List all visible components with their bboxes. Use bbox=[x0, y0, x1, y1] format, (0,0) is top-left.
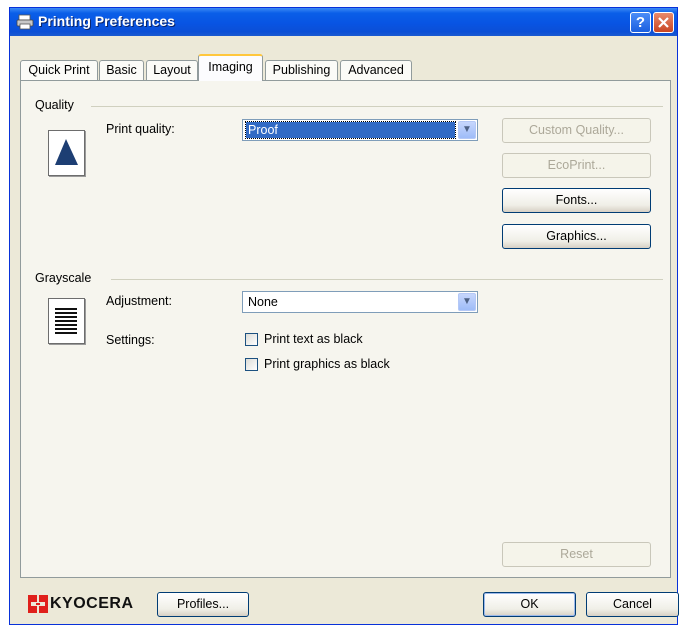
print-quality-value: Proof bbox=[245, 121, 456, 139]
grayscale-group-label: Grayscale bbox=[35, 271, 92, 285]
quality-divider bbox=[91, 106, 663, 107]
printing-preferences-window: Printing Preferences ? Quick Print Basic… bbox=[9, 7, 679, 625]
profiles-button[interactable]: Profiles... bbox=[157, 592, 249, 617]
chevron-down-icon[interactable]: ▼ bbox=[458, 121, 476, 139]
text-lines-icon bbox=[55, 308, 77, 334]
ok-button[interactable]: OK bbox=[483, 592, 576, 617]
tab-quick-print[interactable]: Quick Print bbox=[20, 60, 98, 80]
grayscale-divider bbox=[111, 279, 663, 280]
window-title: Printing Preferences bbox=[38, 13, 175, 29]
quality-group-label: Quality bbox=[35, 98, 74, 112]
print-quality-label: Print quality: bbox=[106, 122, 175, 136]
printer-icon bbox=[16, 14, 34, 30]
adjustment-select[interactable]: None ▼ bbox=[242, 291, 478, 313]
brand-name: KYOCERA bbox=[50, 595, 134, 612]
print-graphics-black-checkbox[interactable] bbox=[245, 358, 258, 371]
print-text-black-label[interactable]: Print text as black bbox=[264, 332, 363, 346]
tab-advanced[interactable]: Advanced bbox=[340, 60, 412, 80]
title-bar[interactable]: Printing Preferences ? bbox=[10, 8, 677, 36]
print-quality-select[interactable]: Proof ▼ bbox=[242, 119, 478, 141]
settings-label: Settings: bbox=[106, 333, 155, 347]
ecoprint-button[interactable]: EcoPrint... bbox=[502, 153, 651, 178]
reset-button[interactable]: Reset bbox=[502, 542, 651, 567]
print-text-black-checkbox[interactable] bbox=[245, 333, 258, 346]
imaging-panel: Quality Print quality: Proof ▼ Custom Qu… bbox=[20, 80, 671, 578]
chevron-down-icon[interactable]: ▼ bbox=[458, 293, 476, 311]
graphics-button[interactable]: Graphics... bbox=[502, 224, 651, 249]
grayscale-icon bbox=[48, 298, 85, 344]
close-button[interactable] bbox=[653, 12, 674, 33]
quality-triangle-icon bbox=[55, 139, 78, 165]
kyocera-logo: KYOCERA bbox=[28, 595, 133, 615]
adjustment-value: None bbox=[248, 295, 278, 309]
tab-basic[interactable]: Basic bbox=[99, 60, 144, 80]
tab-publishing[interactable]: Publishing bbox=[265, 60, 338, 80]
custom-quality-button[interactable]: Custom Quality... bbox=[502, 118, 651, 143]
close-icon bbox=[658, 17, 669, 28]
adjustment-label: Adjustment: bbox=[106, 294, 173, 308]
fonts-button[interactable]: Fonts... bbox=[502, 188, 651, 213]
help-button[interactable]: ? bbox=[630, 12, 651, 33]
cancel-button[interactable]: Cancel bbox=[586, 592, 679, 617]
print-graphics-black-label[interactable]: Print graphics as black bbox=[264, 357, 390, 371]
print-quality-icon bbox=[48, 130, 85, 176]
tab-layout[interactable]: Layout bbox=[146, 60, 198, 80]
kyocera-logo-icon bbox=[28, 595, 48, 613]
tab-imaging[interactable]: Imaging bbox=[198, 54, 263, 81]
